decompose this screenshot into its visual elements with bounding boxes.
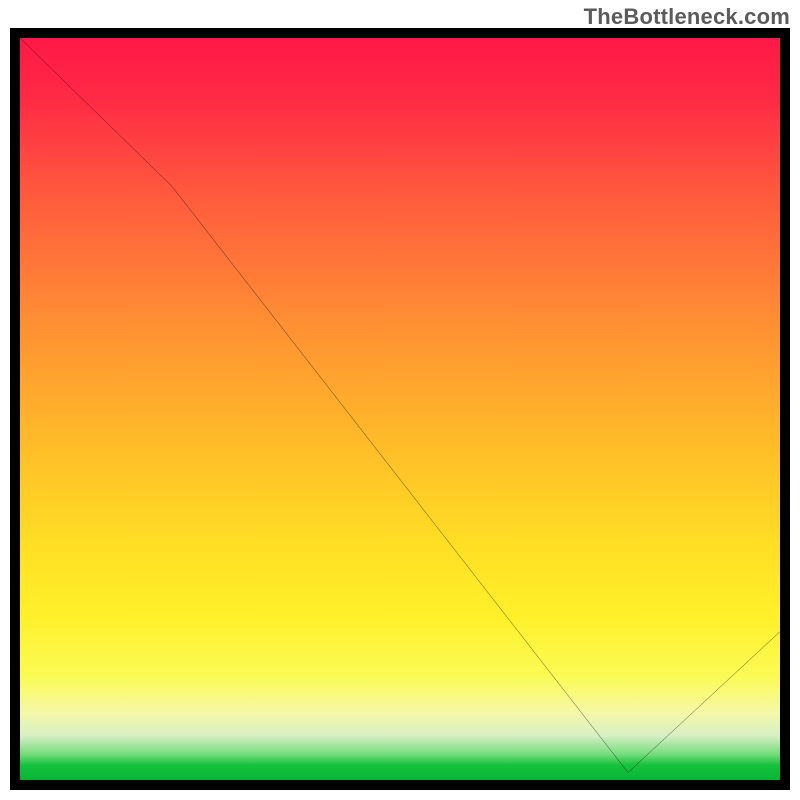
plot-area [10,28,790,790]
attribution-label: TheBottleneck.com [584,4,790,30]
heat-gradient-background [20,38,780,780]
chart-container: TheBottleneck.com [0,0,800,800]
